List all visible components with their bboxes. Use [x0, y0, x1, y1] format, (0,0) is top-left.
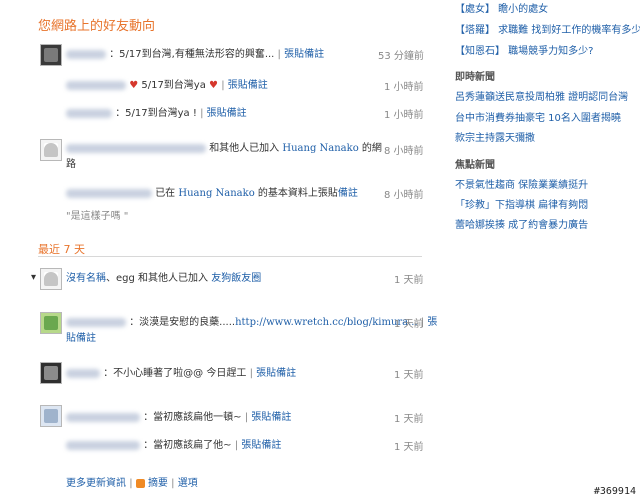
list-item: ：5/17到台灣,有種無法形容的興奮... | 張貼備註: [66, 45, 324, 60]
section-divider: [38, 256, 422, 257]
post-note-link[interactable]: 張貼備註: [207, 108, 247, 119]
list-item: ：淡漠是安慰的良藥.....http://www.wretch.cc/blog/…: [66, 313, 437, 328]
post-note-link[interactable]: 張貼備註: [284, 49, 324, 60]
friend-avatar[interactable]: [40, 268, 62, 290]
redacted-name[interactable]: [66, 108, 112, 118]
redacted-name[interactable]: [66, 412, 140, 422]
hot-news-link-1[interactable]: 不景氣性趨商 保險業業績挺升: [455, 176, 588, 191]
post-note-link-wrap[interactable]: 貼備註: [66, 329, 96, 344]
watermark: #369914: [593, 486, 636, 497]
friend-avatar[interactable]: [40, 44, 62, 66]
timestamp: 1 天前: [394, 370, 424, 381]
friend-name-link[interactable]: Huang Nanako: [178, 188, 254, 199]
sidebar-top-link-1[interactable]: 【處女】 瞻小的處女: [455, 0, 548, 15]
timestamp: 8 小時前: [384, 146, 424, 157]
timestamp: 53 分鐘前: [378, 51, 424, 62]
redacted-name[interactable]: [66, 49, 106, 59]
blog-url-link[interactable]: http://www.wretch.cc/blog/kimura...: [235, 317, 418, 328]
news-link-2[interactable]: 台中市消費券抽豪宅 10名入圍者揭曉: [455, 109, 621, 124]
list-item: 沒有名稱、egg 和其他人已加入 友狗飯友圈: [66, 273, 262, 284]
person-icon: [44, 272, 58, 286]
list-item: ：5/17到台灣ya ! | 張貼備註: [66, 104, 247, 119]
friends-section-title: 您網路上的好友動向: [38, 19, 156, 34]
list-item: 已在 Huang Nanako 的基本資料上張貼備註: [66, 184, 358, 199]
footer-links: 更多更新資訊 | 摘要 | 選項: [66, 478, 198, 489]
group-link[interactable]: 友狗飯友圈: [211, 273, 261, 284]
post-note-link[interactable]: 張貼備註: [251, 412, 291, 423]
rss-icon[interactable]: [135, 478, 145, 488]
timestamp: 1 小時前: [384, 82, 424, 93]
timestamp: 1 天前: [394, 442, 424, 453]
list-item-wrap: 路: [66, 159, 76, 170]
timestamp: 1 天前: [394, 414, 424, 425]
note-link[interactable]: 備註: [338, 188, 358, 199]
sidebar-top-link-3[interactable]: 【知恩石】 職場競爭力知多少?: [455, 42, 594, 57]
redacted-name[interactable]: [66, 80, 126, 90]
list-item: ♥ 5/17到台灣ya ♥ | 張貼備註: [66, 76, 268, 91]
hot-news-link-2[interactable]: 「珍教」下指導棋 扁律有夠悶: [455, 196, 588, 211]
list-item: ：不小心睡著了啦@@ 今日趕工 | 張貼備註: [66, 364, 296, 379]
redacted-name[interactable]: [66, 143, 206, 153]
list-item: ：當初應該扁他一頓~ | 張貼備註: [66, 408, 291, 423]
timestamp: 1 天前: [394, 275, 424, 286]
recent-section-title: 最近 7 天: [38, 243, 85, 256]
post-note-link[interactable]: 張貼備註: [228, 80, 268, 91]
timestamp: 1 小時前: [384, 110, 424, 121]
friend-name-link[interactable]: 沒有名稱: [66, 273, 106, 284]
redacted-name[interactable]: [66, 440, 140, 450]
redacted-name[interactable]: [66, 317, 126, 327]
friend-avatar[interactable]: [40, 405, 62, 427]
redacted-name[interactable]: [66, 188, 152, 198]
hot-news-heading: 焦點新聞: [455, 160, 495, 171]
post-note-link[interactable]: 張貼備註: [241, 440, 281, 451]
list-item: ：當初應該扁了他~ | 張貼備註: [66, 436, 281, 451]
news-link-3[interactable]: 款宗主持露天彌撒: [455, 129, 535, 144]
note-quote: "是這樣子嗎 ": [66, 211, 129, 222]
news-link-1[interactable]: 呂秀蓮籲送民意投周柏雅 證明認同台灣: [455, 88, 628, 103]
friend-avatar[interactable]: [40, 362, 62, 384]
more-updates-link[interactable]: 更多更新資訊: [66, 478, 126, 489]
timestamp: 1 天前: [394, 319, 424, 330]
friend-avatar[interactable]: [40, 139, 62, 161]
dropdown-arrow-icon[interactable]: ▾: [31, 272, 36, 283]
news-heading: 即時新聞: [455, 72, 495, 83]
timestamp: 8 小時前: [384, 190, 424, 201]
post-note-link[interactable]: 張: [427, 317, 437, 328]
friend-avatar[interactable]: [40, 312, 62, 334]
rss-link[interactable]: 摘要: [148, 478, 168, 489]
heart-icon: ♥: [129, 80, 139, 91]
sidebar-top-link-2[interactable]: 【塔羅】 求職難 找到好工作的機率有多少?: [455, 21, 640, 36]
heart-icon: ♥: [209, 80, 219, 91]
post-note-link[interactable]: 張貼備註: [256, 368, 296, 379]
hot-news-link-3[interactable]: 蕾哈娜挨揍 成了約會暴力廣告: [455, 216, 588, 231]
redacted-name[interactable]: [66, 368, 100, 378]
options-link[interactable]: 選項: [178, 478, 198, 489]
person-icon: [44, 143, 58, 157]
friend-name-link[interactable]: Huang Nanako: [282, 143, 358, 154]
list-item: 和其他人已加入 Huang Nanako 的網: [66, 139, 382, 154]
